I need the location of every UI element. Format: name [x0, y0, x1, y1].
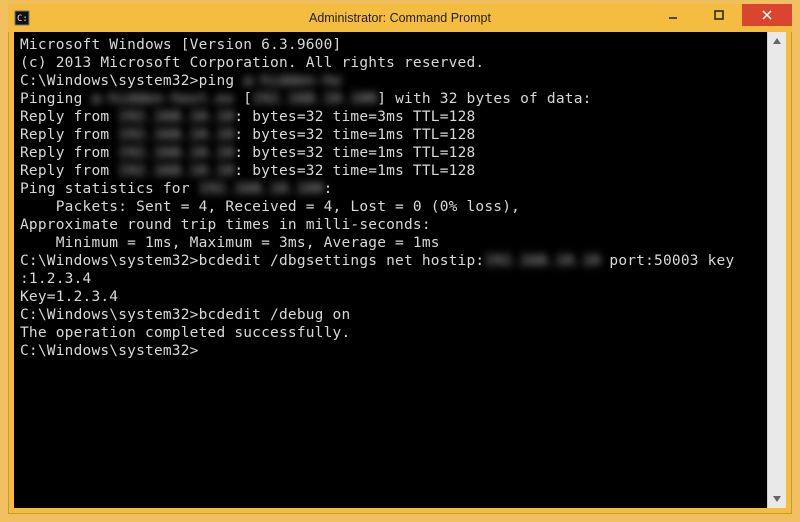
console-line: C:\Windows\system32> [20, 342, 761, 360]
app-icon: C: [14, 10, 30, 26]
title-bar[interactable]: C: Administrator: Command Prompt [8, 4, 792, 32]
minimize-button[interactable] [650, 4, 696, 26]
console-line: Packets: Sent = 4, Received = 4, Lost = … [20, 198, 761, 216]
console-line: Minimum = 1ms, Maximum = 3ms, Average = … [20, 234, 761, 252]
console-output[interactable]: Microsoft Windows [Version 6.3.9600](c) … [14, 32, 767, 508]
console-line: Reply from 192.168.10.10: bytes=32 time=… [20, 126, 761, 144]
client-area: Microsoft Windows [Version 6.3.9600](c) … [14, 32, 786, 508]
svg-text:C:: C: [17, 14, 28, 24]
console-line: Reply from 192.168.10.10: bytes=32 time=… [20, 162, 761, 180]
scroll-down-button[interactable] [768, 490, 786, 508]
maximize-button[interactable] [696, 4, 742, 26]
console-line: Key=1.2.3.4 [20, 288, 761, 306]
console-line: Reply from 192.168.10.10: bytes=32 time=… [20, 108, 761, 126]
scroll-up-button[interactable] [768, 32, 786, 50]
console-line: Ping statistics for 192.168.10.100: [20, 180, 761, 198]
console-line: (c) 2013 Microsoft Corporation. All righ… [20, 54, 761, 72]
window-buttons [650, 4, 792, 26]
console-line: Approximate round trip times in milli-se… [20, 216, 761, 234]
close-button[interactable] [742, 4, 792, 26]
window-frame: C: Administrator: Command Prompt Microso… [8, 4, 792, 514]
console-line: C:\Windows\system32>ping a-hidden-ho [20, 72, 761, 90]
console-line: Microsoft Windows [Version 6.3.9600] [20, 36, 761, 54]
console-line: The operation completed successfully. [20, 324, 761, 342]
console-line: C:\Windows\system32>bcdedit /debug on [20, 306, 761, 324]
console-line: Pinging a-hidden-host.ex [192.168.10.100… [20, 90, 761, 108]
console-line: C:\Windows\system32>bcdedit /dbgsettings… [20, 252, 761, 270]
console-line: Reply from 192.168.10.10: bytes=32 time=… [20, 144, 761, 162]
console-line: :1.2.3.4 [20, 270, 761, 288]
scroll-track[interactable] [768, 50, 786, 490]
vertical-scrollbar[interactable] [767, 32, 786, 508]
